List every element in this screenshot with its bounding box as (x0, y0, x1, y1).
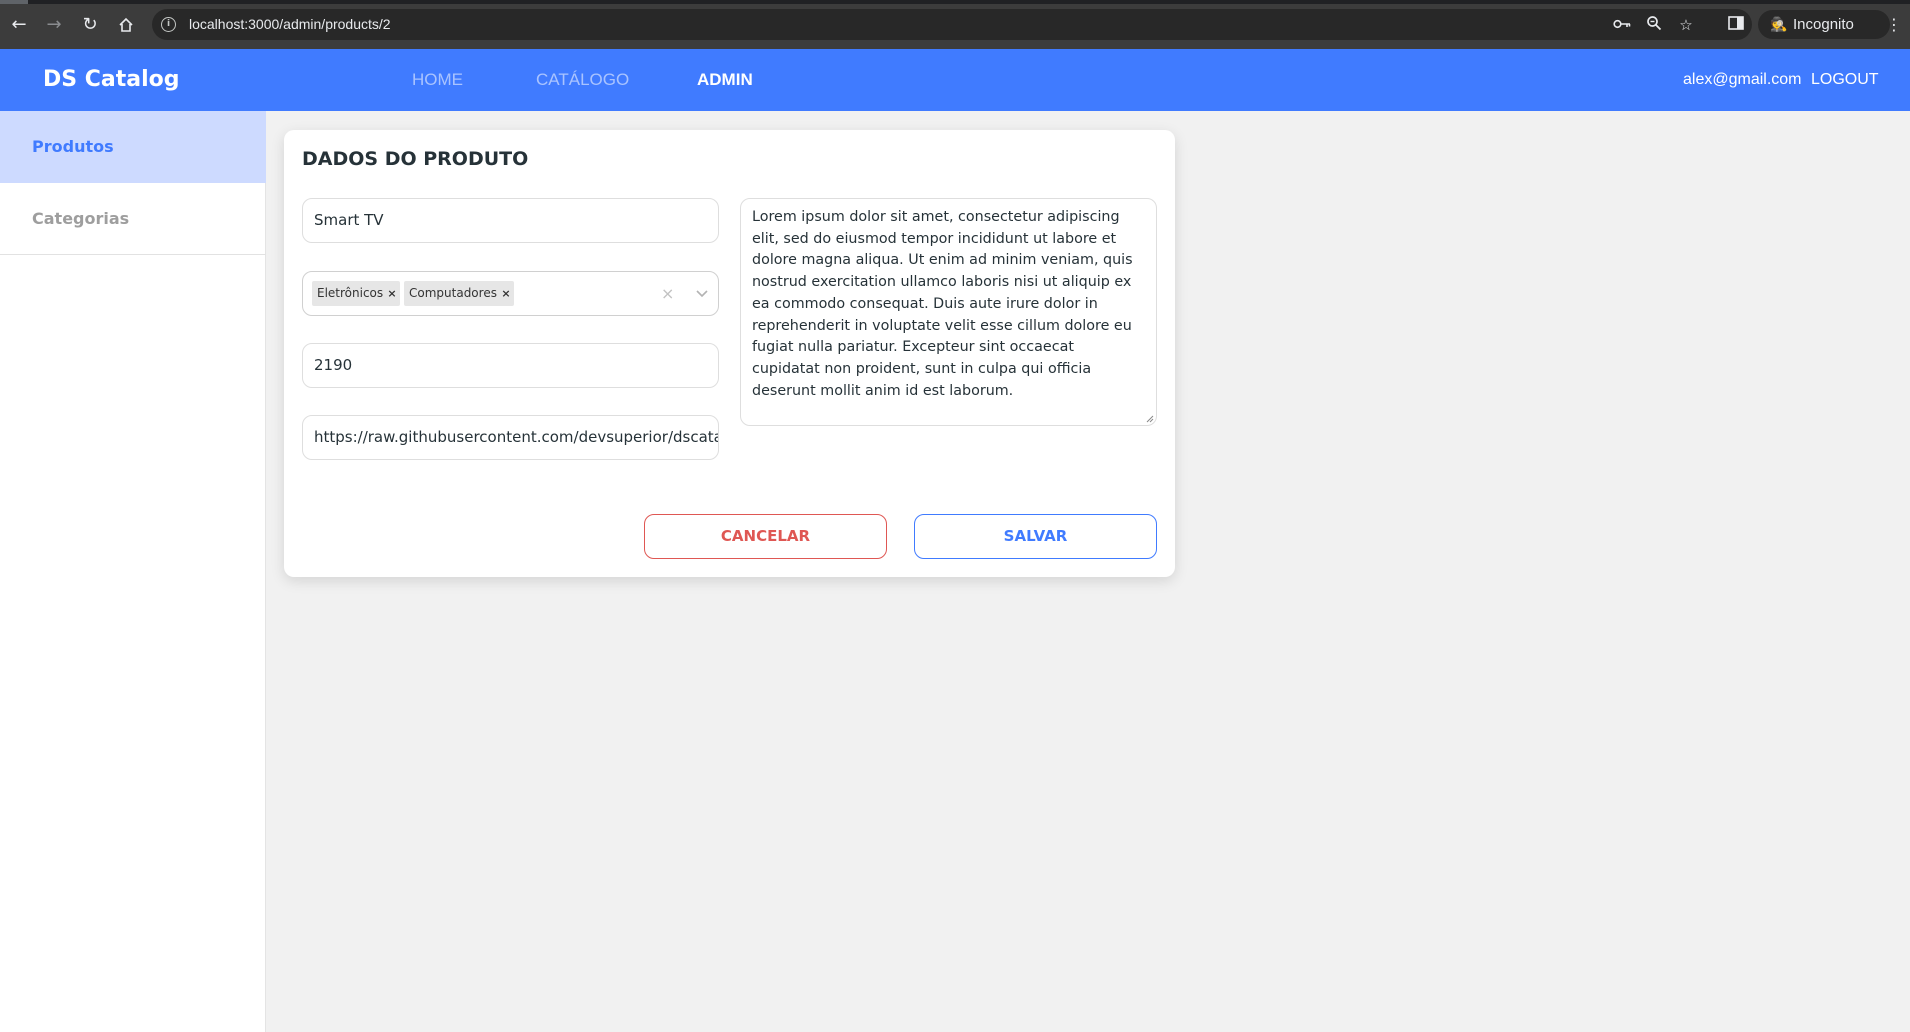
save-button[interactable]: SALVAR (914, 514, 1157, 559)
app-navbar: DS Catalog HOME CATÁLOGO ADMIN alex@gmai… (0, 49, 1910, 111)
side-panel-icon[interactable] (1726, 15, 1746, 35)
chip-remove-icon[interactable]: × (498, 281, 514, 306)
price-input[interactable]: 2190 (302, 343, 719, 388)
address-url[interactable]: localhost:3000/admin/products/2 (189, 9, 391, 40)
zoom-icon[interactable] (1644, 15, 1664, 35)
incognito-icon: 🕵 (1770, 16, 1788, 32)
category-chip-label: Eletrônicos (317, 286, 384, 300)
form-title: DADOS DO PRODUTO (302, 148, 529, 170)
image-url-input[interactable]: https://raw.githubusercontent.com/devsup… (302, 415, 719, 460)
category-chip-label: Computadores (409, 286, 497, 300)
logout-link[interactable]: LOGOUT (1811, 49, 1879, 111)
key-icon[interactable] (1612, 15, 1632, 35)
site-info-icon[interactable]: i (161, 17, 176, 32)
category-chip: Computadores × (404, 281, 514, 306)
nav-link-catalogo[interactable]: CATÁLOGO (536, 49, 629, 111)
chevron-down-icon[interactable] (693, 282, 711, 304)
back-icon[interactable]: ← (6, 12, 32, 38)
home-icon[interactable] (113, 12, 139, 38)
reload-icon[interactable]: ↻ (77, 12, 103, 38)
category-chip: Eletrônicos × (312, 281, 400, 306)
sidebar-item-produtos[interactable]: Produtos (0, 111, 266, 183)
chip-remove-icon[interactable]: × (384, 281, 400, 306)
user-email: alex@gmail.com (1683, 71, 1802, 88)
forward-icon[interactable]: → (41, 12, 67, 38)
resize-grip-icon[interactable] (1146, 415, 1154, 423)
select-separator (684, 282, 685, 306)
sidebar-item-categorias[interactable]: Categorias (0, 183, 266, 255)
tab-strip (0, 0, 1910, 4)
star-icon[interactable]: ☆ (1676, 15, 1696, 35)
admin-sidebar: Produtos Categorias (0, 111, 266, 1032)
incognito-badge[interactable]: 🕵 Incognito (1758, 10, 1890, 39)
category-multiselect[interactable]: Eletrônicos × Computadores × × (302, 271, 719, 316)
browser-toolbar: ← → ↻ i localhost:3000/admin/products/2 … (0, 0, 1910, 49)
brand-logo[interactable]: DS Catalog (43, 49, 180, 111)
kebab-menu-icon[interactable]: ⋮ (1886, 14, 1902, 36)
nav-link-admin[interactable]: ADMIN (697, 49, 753, 111)
active-tab-marker (0, 0, 28, 4)
clear-selection-icon[interactable]: × (661, 283, 674, 305)
product-form-card: DADOS DO PRODUTO Smart TV Eletrônicos × … (284, 130, 1175, 577)
cancel-button[interactable]: CANCELAR (644, 514, 887, 559)
incognito-label: Incognito (1793, 16, 1854, 33)
nav-link-home[interactable]: HOME (412, 49, 463, 111)
description-text: Lorem ipsum dolor sit amet, consectetur … (752, 209, 1133, 399)
product-name-input[interactable]: Smart TV (302, 198, 719, 243)
description-textarea[interactable]: Lorem ipsum dolor sit amet, consectetur … (740, 198, 1157, 426)
address-bar[interactable]: i localhost:3000/admin/products/2 (152, 9, 1752, 40)
